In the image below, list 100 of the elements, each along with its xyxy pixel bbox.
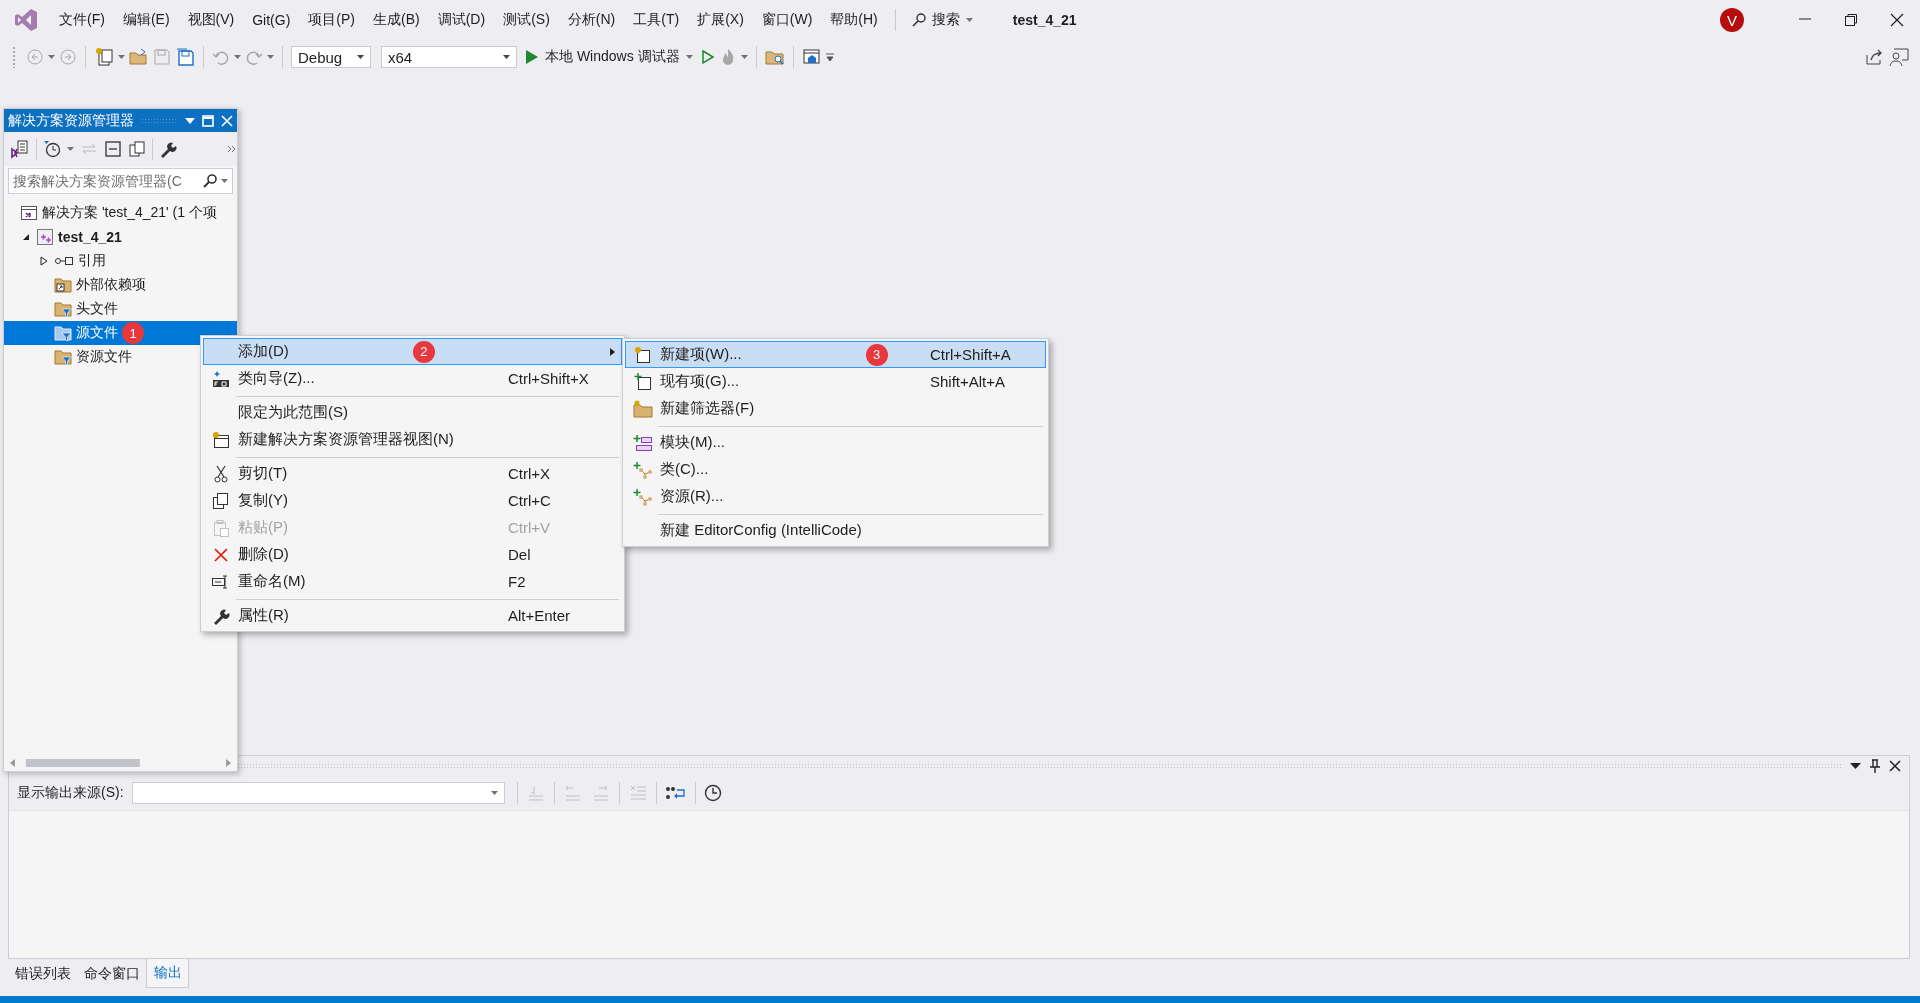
tree-item[interactable]: 引用 [4, 249, 237, 273]
menu-item[interactable]: 扩展(X) [688, 7, 753, 33]
caret-icon[interactable] [118, 55, 125, 59]
menu-item[interactable]: 项目(P) [299, 7, 364, 33]
class-icon [633, 460, 653, 479]
caret-icon [357, 55, 364, 59]
delete-icon [213, 546, 229, 563]
solution-name: test_4_21 [1012, 12, 1077, 28]
panel-tab[interactable]: 命令窗口 [77, 959, 146, 988]
caret-icon[interactable] [48, 55, 55, 59]
expanded-arrow-icon[interactable] [22, 233, 30, 241]
history-icon[interactable] [43, 140, 61, 158]
menu-item[interactable]: Git(G) [243, 8, 300, 32]
feedback-icon[interactable] [1888, 47, 1910, 67]
wrench-icon[interactable] [159, 140, 177, 158]
step-number-badge: 3 [865, 343, 888, 366]
menu-item[interactable]: 文件(F) [50, 7, 114, 33]
share-icon[interactable] [1864, 47, 1884, 67]
menu-item[interactable]: 测试(S) [494, 7, 559, 33]
caret-icon[interactable] [67, 147, 74, 151]
new-item-icon [634, 345, 652, 364]
menu-item[interactable]: 窗口(W) [752, 7, 822, 33]
menu-item[interactable]: 工具(T) [624, 7, 689, 33]
clock-icon[interactable] [703, 784, 722, 802]
word-wrap-icon[interactable] [664, 784, 687, 802]
filter-folder-icon [54, 348, 72, 366]
overflow-icon[interactable] [227, 145, 237, 153]
new-window-icon [212, 430, 230, 449]
save-all-icon[interactable] [175, 47, 195, 67]
new-project-icon[interactable] [94, 47, 114, 67]
menu-item[interactable]: 复制(Y) Ctrl+C [203, 487, 622, 514]
restore-icon[interactable] [1842, 11, 1860, 29]
caret-icon[interactable] [234, 55, 241, 59]
tree-item[interactable]: test_4_21 [4, 225, 237, 249]
overflow-icon[interactable] [825, 52, 834, 62]
menu-item[interactable]: 帮助(H) [821, 7, 887, 33]
show-all-files-icon[interactable] [128, 140, 146, 158]
tree-item[interactable]: 源文件 1 [4, 321, 237, 345]
switch-views-icon[interactable] [10, 139, 30, 159]
step-number-badge: 1 [122, 322, 144, 344]
menu-item[interactable]: 编辑(E) [113, 7, 179, 33]
menu-item[interactable]: 删除(D) Del [203, 541, 622, 568]
play-icon [525, 49, 539, 65]
module-icon [633, 433, 653, 452]
tree-item[interactable]: 解决方案 'test_4_21' (1 个项 [4, 201, 237, 225]
pin-icon[interactable] [1869, 759, 1881, 773]
step-number-badge: 2 [412, 340, 435, 363]
search-icon [911, 13, 926, 27]
open-folder-icon[interactable] [129, 47, 149, 67]
panel-tab[interactable]: 输出 [146, 959, 189, 988]
caret-icon [685, 55, 693, 59]
copy-icon [212, 491, 230, 510]
close-icon[interactable] [1889, 760, 1901, 772]
collapsed-arrow-icon[interactable] [40, 256, 48, 266]
configuration-dropdown[interactable]: Debug [291, 46, 371, 68]
menu-item[interactable]: 生成(B) [364, 7, 429, 33]
panel-tab[interactable]: 错误列表 [8, 959, 77, 988]
menu-item[interactable]: 调试(D) [428, 7, 495, 33]
references-icon [54, 255, 74, 267]
collapse-all-icon[interactable] [104, 140, 122, 158]
new-folder-icon [633, 399, 653, 418]
solution-icon [20, 204, 38, 222]
visual-studio-logo [14, 8, 38, 32]
output-source-label: 显示输出来源(S): [17, 784, 124, 802]
resource-icon [633, 487, 653, 506]
caret-icon[interactable] [740, 55, 748, 59]
menu-item[interactable]: 添加(D) 2 [203, 338, 622, 365]
menu-item[interactable]: 重命名(M) F2 [203, 568, 622, 595]
tree-item[interactable]: 外部依赖项 [4, 273, 237, 297]
add-existing-icon [634, 372, 652, 391]
menu-item[interactable]: 类(C)... [625, 456, 1046, 483]
paste-icon [212, 518, 230, 537]
caret-icon[interactable] [267, 55, 274, 59]
window-layout-icon[interactable] [801, 47, 822, 67]
menu-item[interactable]: 新建筛选器(F) [625, 395, 1046, 422]
close-icon[interactable] [1888, 11, 1906, 29]
platform-dropdown[interactable]: x64 [381, 46, 517, 68]
class-wizard-icon [212, 369, 230, 388]
caret-icon [490, 791, 498, 795]
caret-icon [503, 55, 510, 59]
search-icon [203, 174, 217, 188]
maximize-icon[interactable] [202, 114, 214, 127]
start-debugging-button[interactable]: 本地 Windows 调试器 [521, 46, 697, 68]
scissors-icon [214, 464, 228, 483]
menu-item[interactable]: 分析(N) [558, 7, 625, 33]
caret-icon [965, 18, 973, 22]
run-without-debugging-icon[interactable] [700, 49, 715, 65]
project-icon [36, 228, 54, 246]
search-button[interactable]: 搜索 [905, 7, 979, 33]
filter-folder-icon [54, 300, 72, 318]
search-field[interactable]: 搜索解决方案资源管理器(C [8, 168, 233, 194]
tree-item[interactable]: 头文件 [4, 297, 237, 321]
dropdown-icon[interactable] [1850, 762, 1861, 770]
menu-item[interactable]: 视图(V) [178, 7, 244, 33]
menu-item[interactable]: 新建项(W)... 3 Ctrl+Shift+A [625, 341, 1046, 368]
account-avatar[interactable]: V [1720, 8, 1744, 32]
menu-item[interactable]: 资源(R)... [625, 483, 1046, 510]
panel-title: 解决方案资源管理器 [8, 111, 134, 130]
menu-item[interactable]: 现有项(G)... Shift+Alt+A [625, 368, 1046, 395]
menu-item[interactable]: 新建解决方案资源管理器视图(N) [203, 426, 622, 453]
